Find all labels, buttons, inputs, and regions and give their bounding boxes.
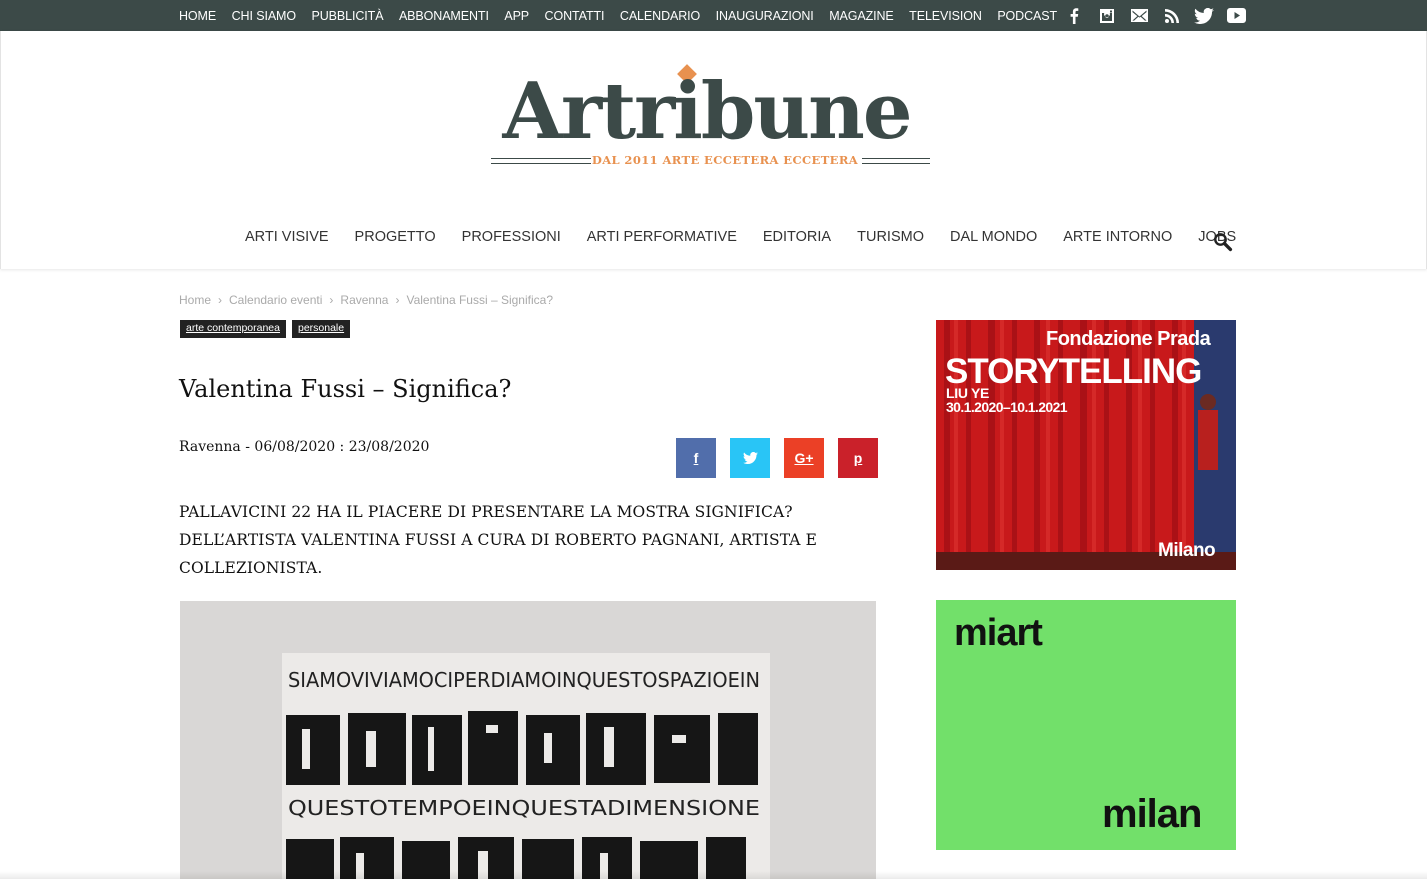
mainnav-turismo[interactable]: TURISMO (857, 229, 924, 245)
breadcrumb: Home › Calendario eventi › Ravenna › Val… (179, 293, 553, 307)
mainnav-arte-intorno[interactable]: ARTE INTORNO (1063, 229, 1172, 245)
event-meta: Ravenna - 06/08/2020 : 23/08/2020 (179, 439, 430, 455)
mainnav-arti-visive[interactable]: ARTI VISIVE (245, 229, 329, 245)
twitter-icon[interactable] (1188, 0, 1221, 31)
mainnav-professioni[interactable]: PROFESSIONI (462, 229, 561, 245)
share-buttons: f G+ p (676, 438, 892, 478)
facebook-icon[interactable] (1058, 0, 1091, 31)
topnav-television[interactable]: TELEVISION (909, 9, 982, 23)
breadcrumb-calendario[interactable]: Calendario eventi (229, 293, 322, 307)
youtube-icon[interactable] (1221, 0, 1254, 31)
search-icon[interactable] (1213, 232, 1233, 252)
tag-arte-contemporanea[interactable]: arte contemporanea (180, 320, 286, 338)
artwork-text-mid: QUESTOTEMPOEINQUESTADIMENSIONE (288, 796, 760, 820)
bottom-shadow (0, 871, 1427, 879)
artwork-lettering: SIAMOVIVIAMOCIPERDIAMOINQUESTOSPAZIOEIN … (286, 668, 760, 879)
logo-rule-right (862, 158, 930, 164)
ad1-brand: Fondazione Prada (1046, 328, 1211, 350)
logo-rule-left (491, 158, 591, 164)
breadcrumb-current: Valentina Fussi – Significa? (406, 293, 553, 307)
top-bar: HOME CHI SIAMO PUBBLICITÀ ABBONAMENTI AP… (0, 0, 1427, 31)
artwork-text-top: SIAMOVIVIAMOCIPERDIAMOINQUESTOSPAZIOEIN (288, 668, 760, 692)
ad-fondazione-prada[interactable]: Fondazione Prada STORYTELLING LIU YE 30.… (936, 320, 1236, 570)
breadcrumb-separator-icon: › (329, 293, 334, 307)
social-links (1058, 0, 1253, 31)
mainnav-editoria[interactable]: EDITORIA (763, 229, 831, 245)
twitter-icon (742, 452, 758, 464)
ad1-city: Milano (1158, 540, 1216, 561)
googleplus-icon: G+ (794, 450, 814, 466)
topnav-inaugurazioni[interactable]: INAUGURAZIONI (716, 9, 814, 23)
breadcrumb-separator-icon: › (395, 293, 400, 307)
mail-icon[interactable] (1123, 0, 1156, 31)
topnav-app[interactable]: APP (504, 9, 529, 23)
share-pinterest-button[interactable]: p (838, 438, 878, 478)
logo-wordmark: Artribune (502, 66, 913, 157)
ad2-bottom: milan (1102, 792, 1202, 836)
share-googleplus-button[interactable]: G+ (784, 438, 824, 478)
breadcrumb-separator-icon: › (218, 293, 223, 307)
topnav-home[interactable]: HOME (179, 9, 216, 23)
topnav-contatti[interactable]: CONTATTI (545, 9, 605, 23)
artwork-paper: SIAMOVIVIAMOCIPERDIAMOINQUESTOSPAZIOEIN … (282, 653, 770, 879)
mainnav-arti-performative[interactable]: ARTI PERFORMATIVE (587, 229, 737, 245)
ad-miart[interactable]: miart milan (936, 600, 1236, 850)
mainnav-progetto[interactable]: PROGETTO (355, 229, 436, 245)
ad1-dates: 30.1.2020–10.1.2021 (946, 399, 1068, 415)
artwork-image: SIAMOVIVIAMOCIPERDIAMOINQUESTOSPAZIOEIN … (180, 601, 876, 879)
mainnav-dal-mondo[interactable]: DAL MONDO (950, 229, 1037, 245)
article-lead: Pallavicini 22 ha il piacere di presenta… (179, 503, 818, 577)
top-nav: HOME CHI SIAMO PUBBLICITÀ ABBONAMENTI AP… (179, 0, 1073, 31)
tag-personale[interactable]: personale (291, 320, 351, 338)
breadcrumb-ravenna[interactable]: Ravenna (340, 293, 388, 307)
topnav-chi-siamo[interactable]: CHI SIAMO (232, 9, 296, 23)
share-twitter-button[interactable] (730, 438, 770, 478)
facebook-icon: f (693, 450, 699, 466)
instagram-icon[interactable] (1091, 0, 1124, 31)
topnav-abbonamenti[interactable]: ABBONAMENTI (399, 9, 489, 23)
breadcrumb-home[interactable]: Home (179, 293, 211, 307)
topnav-magazine[interactable]: MAGAZINE (829, 9, 894, 23)
category-tags: arte contemporanea personale (180, 320, 356, 338)
topnav-podcast[interactable]: PODCAST (997, 9, 1057, 23)
topnav-calendario[interactable]: CALENDARIO (620, 9, 700, 23)
main-nav: ARTI VISIVE PROGETTO PROFESSIONI ARTI PE… (245, 229, 1262, 245)
share-facebook-button[interactable]: f (676, 438, 716, 478)
topnav-pubblicita[interactable]: PUBBLICITÀ (312, 9, 384, 23)
rss-icon[interactable] (1156, 0, 1189, 31)
ad2-top: miart (954, 612, 1043, 654)
article-title: Valentina Fussi – Significa? (179, 375, 512, 403)
logo-tagline: DAL 2011 ARTE ECCETERA ECCETERA (591, 153, 859, 167)
pinterest-icon: p (853, 450, 863, 466)
